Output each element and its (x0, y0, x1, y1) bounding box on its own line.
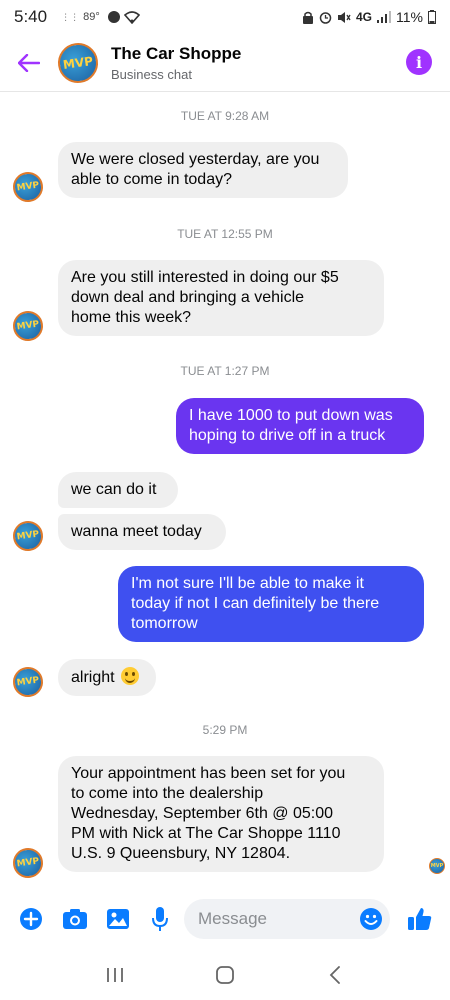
message-list[interactable]: TUE AT 9:28 AM We were closed yesterday,… (0, 93, 450, 893)
camera-button[interactable] (62, 907, 88, 931)
message-line: we can do it (71, 481, 157, 498)
sender-avatar[interactable]: MVP (11, 665, 45, 699)
more-actions-button[interactable] (19, 907, 43, 931)
voice-button[interactable] (150, 906, 170, 932)
system-back-button[interactable] (315, 960, 355, 990)
timestamp: 5:29 PM (202, 723, 248, 737)
message-bubble-incoming[interactable]: We were closed yesterday, are you able t… (58, 142, 348, 198)
chevron-left-icon (329, 966, 340, 984)
avatar-logo-text: MVP (16, 675, 40, 689)
system-nav-bar (0, 950, 450, 1000)
avatar-logo-text: MVP (16, 856, 40, 870)
message-bubble-incoming[interactable]: Your appointment has been set for you to… (58, 756, 384, 872)
message-line: hoping to drive off in a truck (189, 427, 386, 444)
message-line: home this week? (71, 309, 192, 326)
avatar-logo-text: MVP (16, 180, 40, 194)
message-line: U.S. 9 Queensbury, NY 12804. (71, 845, 291, 862)
home-icon (216, 966, 234, 984)
battery-percent: 11% (396, 9, 423, 25)
wifi-icon (123, 10, 140, 24)
alarm-icon (319, 11, 332, 24)
like-button[interactable] (407, 905, 433, 933)
battery-icon (428, 10, 436, 24)
message-bubble-incoming[interactable]: wanna meet today (58, 514, 226, 550)
sender-avatar[interactable]: MVP (11, 170, 45, 204)
message-bubble-outgoing[interactable]: I'm not sure I'll be able to make it tod… (118, 566, 424, 642)
message-line: PM with Nick at The Car Shoppe 1110 (71, 825, 341, 842)
thumbs-up-icon (408, 908, 432, 930)
status-bar: 5:40 ⋮⋮ 89° 4G 11% (0, 0, 450, 34)
timestamp: TUE AT 1:27 PM (180, 364, 270, 378)
info-icon: i (415, 52, 423, 72)
message-bubble-incoming[interactable]: we can do it (58, 472, 178, 508)
read-receipt-avatar: MVP (429, 858, 445, 874)
mute-icon (338, 11, 351, 23)
message-line: Are you still interested in doing our $5 (71, 269, 339, 286)
message-line: alright (71, 669, 115, 686)
message-line: I have 1000 to put down was (189, 407, 393, 424)
info-button[interactable]: i (406, 49, 432, 75)
message-composer (0, 897, 450, 943)
avatar-logo-text: MVP (16, 529, 40, 543)
recent-apps-button[interactable] (95, 960, 135, 990)
timestamp: TUE AT 9:28 AM (180, 109, 270, 123)
message-bubble-outgoing[interactable]: I have 1000 to put down was hoping to dr… (176, 398, 424, 454)
gallery-button[interactable] (106, 907, 130, 931)
chat-title: The Car Shoppe (111, 43, 242, 63)
avatar-logo-text: MVP (62, 53, 94, 72)
network-type: 4G (356, 10, 373, 24)
message-line: down deal and bringing a vehicle (71, 289, 305, 306)
status-temperature: 89° (83, 11, 100, 23)
sender-avatar[interactable]: MVP (11, 309, 45, 343)
chat-subtitle: Business chat (111, 66, 192, 82)
emoji-button[interactable] (359, 907, 383, 931)
message-line: Your appointment has been set for you (71, 765, 346, 782)
camera-icon (63, 909, 87, 929)
message-line: to come into the dealership (71, 785, 264, 802)
status-time: 5:40 (14, 7, 48, 26)
chat-header: MVP The Car Shoppe Business chat i (0, 34, 450, 92)
microphone-icon (152, 907, 168, 931)
message-bubble-incoming[interactable]: Are you still interested in doing our $5… (58, 260, 384, 336)
smiley-icon (360, 908, 382, 930)
message-line: tomorrow (131, 615, 198, 632)
avatar-logo-text: MVP (16, 319, 40, 333)
messenger-notification-icon (107, 11, 120, 23)
status-right: 4G 11% (302, 9, 436, 25)
business-avatar[interactable]: MVP (55, 39, 101, 86)
timestamp: TUE AT 12:55 PM (177, 227, 273, 241)
message-line: We were closed yesterday, are you (71, 151, 320, 168)
message-line: wanna meet today (71, 523, 202, 540)
back-button[interactable] (0, 34, 58, 92)
vpn-lock-icon (303, 11, 313, 24)
message-line: I'm not sure I'll be able to make it (131, 575, 364, 592)
message-line: Wednesday, September 6th @ 05:00 (71, 805, 334, 822)
signal-icon (377, 11, 392, 23)
status-left: 5:40 ⋮⋮ 89° (14, 7, 140, 27)
message-line: able to come in today? (71, 171, 232, 188)
recent-apps-icon (107, 968, 123, 982)
smiling-face-emoji-icon (121, 667, 140, 685)
sim-icon: ⋮⋮ (61, 11, 80, 22)
back-arrow-icon (18, 53, 40, 72)
sender-avatar[interactable]: MVP (11, 846, 45, 880)
message-bubble-incoming[interactable]: alright (58, 659, 156, 696)
home-button[interactable] (205, 960, 245, 990)
plus-circle-icon (20, 908, 42, 930)
sender-avatar[interactable]: MVP (11, 519, 45, 553)
message-line: today if not I can definitely be there (131, 595, 380, 612)
avatar-logo-text: MVP (430, 863, 444, 869)
image-icon (107, 909, 129, 929)
header-text[interactable]: The Car Shoppe Business chat (111, 44, 241, 82)
